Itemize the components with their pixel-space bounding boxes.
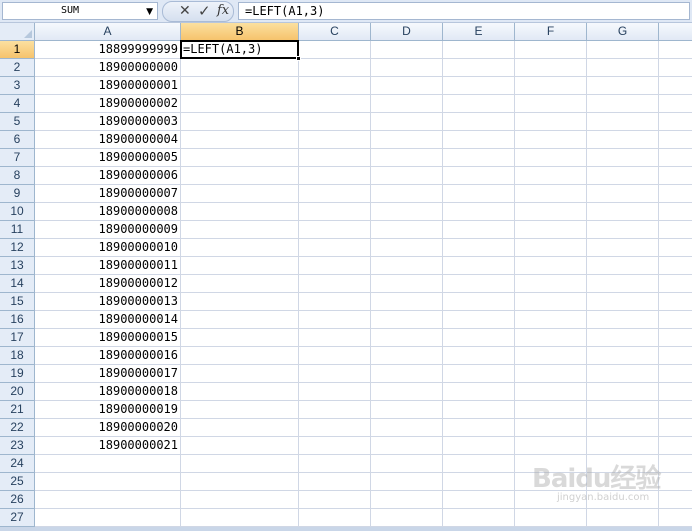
formula-text: =LEFT(A1,3) [245, 4, 325, 18]
grid-column-line [370, 41, 371, 531]
cell-a12[interactable]: 18900000010 [35, 239, 180, 256]
row-header-10[interactable]: 10 [0, 203, 35, 221]
row-header-8[interactable]: 8 [0, 167, 35, 185]
cell-a14[interactable]: 18900000012 [35, 275, 180, 292]
cell-a6[interactable]: 18900000004 [35, 131, 180, 148]
cell-a9[interactable]: 18900000007 [35, 185, 180, 202]
cell-a10[interactable]: 18900000008 [35, 203, 180, 220]
row-header-3[interactable]: 3 [0, 77, 35, 95]
column-header-c[interactable]: C [299, 23, 371, 41]
cell-a8[interactable]: 18900000006 [35, 167, 180, 184]
row-header-11[interactable]: 11 [0, 221, 35, 239]
row-header-19[interactable]: 19 [0, 365, 35, 383]
grid-row-line [35, 508, 692, 509]
cell-a4[interactable]: 18900000002 [35, 95, 180, 112]
active-cell-b1[interactable]: =LEFT(A1,3) [180, 40, 301, 61]
cell-a1[interactable]: 18899999999 [35, 41, 180, 58]
row-header-13[interactable]: 13 [0, 257, 35, 275]
cell-a22[interactable]: 18900000020 [35, 419, 180, 436]
column-header-b[interactable]: B [181, 23, 299, 41]
formula-bar: SUM ▼ ✕ ✓ fx =LEFT(A1,3) [0, 0, 692, 23]
row-header-9[interactable]: 9 [0, 185, 35, 203]
row-header-17[interactable]: 17 [0, 329, 35, 347]
cell-a15[interactable]: 18900000013 [35, 293, 180, 310]
column-header-f[interactable]: F [515, 23, 587, 41]
row-header-12[interactable]: 12 [0, 239, 35, 257]
name-box-value: SUM [61, 5, 80, 16]
cell-a5[interactable]: 18900000003 [35, 113, 180, 130]
cancel-icon[interactable]: ✕ [179, 3, 191, 19]
column-header-g[interactable]: G [587, 23, 659, 41]
row-header-4[interactable]: 4 [0, 95, 35, 113]
grid-column-line [442, 41, 443, 531]
row-header-15[interactable]: 15 [0, 293, 35, 311]
active-cell-content: =LEFT(A1,3) [183, 42, 263, 56]
column-header-e[interactable]: E [443, 23, 515, 41]
grid-column-line [298, 41, 299, 531]
row-header-7[interactable]: 7 [0, 149, 35, 167]
column-header-partial[interactable] [659, 23, 692, 41]
row-header-5[interactable]: 5 [0, 113, 35, 131]
cell-a18[interactable]: 18900000016 [35, 347, 180, 364]
cell-a23[interactable]: 18900000021 [35, 437, 180, 454]
row-header-14[interactable]: 14 [0, 275, 35, 293]
cell-a13[interactable]: 18900000011 [35, 257, 180, 274]
enter-icon[interactable]: ✓ [198, 2, 211, 20]
column-header-d[interactable]: D [371, 23, 443, 41]
row-header-20[interactable]: 20 [0, 383, 35, 401]
name-box-dropdown-icon[interactable]: ▼ [146, 7, 153, 17]
baidu-watermark: Baidu经验 [532, 464, 661, 494]
row-header-25[interactable]: 25 [0, 473, 35, 491]
sheet-tabs-strip [0, 527, 692, 531]
spreadsheet-grid: A B C D E F G 1 18899999999 2 18900000000 3 18900000… [0, 23, 692, 531]
row-header-22[interactable]: 22 [0, 419, 35, 437]
select-all-corner[interactable] [0, 23, 35, 41]
cell-a16[interactable]: 18900000014 [35, 311, 180, 328]
row-header-23[interactable]: 23 [0, 437, 35, 455]
fill-handle[interactable] [296, 56, 301, 61]
row-header-16[interactable]: 16 [0, 311, 35, 329]
name-box[interactable]: SUM ▼ [2, 2, 158, 20]
row-header-18[interactable]: 18 [0, 347, 35, 365]
row-header-1[interactable]: 1 [0, 41, 35, 59]
column-header-a[interactable]: A [35, 23, 181, 41]
cell-a21[interactable]: 18900000019 [35, 401, 180, 418]
cell-a2[interactable]: 18900000000 [35, 59, 180, 76]
cell-a20[interactable]: 18900000018 [35, 383, 180, 400]
cell-a17[interactable]: 18900000015 [35, 329, 180, 346]
baidu-watermark-url: jingyan.baidu.com [557, 492, 650, 503]
row-header-27[interactable]: 27 [0, 509, 35, 527]
insert-function-icon[interactable]: fx [217, 3, 229, 18]
formula-buttons: ✕ ✓ fx [162, 1, 234, 22]
grid-column-line [514, 41, 515, 531]
cell-a3[interactable]: 18900000001 [35, 77, 180, 94]
cell-a19[interactable]: 18900000017 [35, 365, 180, 382]
row-header-6[interactable]: 6 [0, 131, 35, 149]
cell-a11[interactable]: 18900000009 [35, 221, 180, 238]
cell-a7[interactable]: 18900000005 [35, 149, 180, 166]
grid-column-line [180, 41, 181, 531]
row-header-26[interactable]: 26 [0, 491, 35, 509]
grid-row-line [35, 454, 692, 455]
row-header-24[interactable]: 24 [0, 455, 35, 473]
row-header-21[interactable]: 21 [0, 401, 35, 419]
formula-input[interactable]: =LEFT(A1,3) [238, 2, 690, 20]
row-header-2[interactable]: 2 [0, 59, 35, 77]
